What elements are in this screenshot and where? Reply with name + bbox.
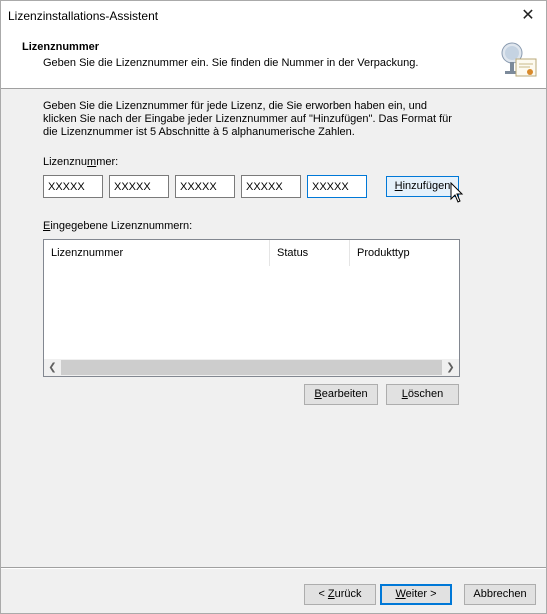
license-segment-5[interactable] xyxy=(307,175,367,198)
scroll-thumb[interactable] xyxy=(61,360,442,375)
back-button[interactable]: < Zurück xyxy=(304,584,376,605)
entered-licenses-label: Eingegebene Lizenznummern: xyxy=(43,220,192,232)
back-prefix: < xyxy=(318,588,328,600)
license-segment-1[interactable] xyxy=(43,175,103,198)
horizontal-scrollbar[interactable]: ❮ ❯ xyxy=(44,359,459,376)
scroll-right-icon[interactable]: ❯ xyxy=(442,359,459,376)
label-part: mer: xyxy=(96,156,119,168)
cancel-button[interactable]: Abbrechen xyxy=(464,584,536,605)
edit-accel: B xyxy=(314,388,322,400)
mouse-cursor-icon xyxy=(450,182,464,203)
label-accel: m xyxy=(87,156,97,168)
license-segment-2[interactable] xyxy=(109,175,169,198)
scroll-left-icon[interactable]: ❮ xyxy=(44,359,61,376)
next-accel: W xyxy=(395,588,406,600)
page-title: Lizenznummer xyxy=(22,41,100,53)
label-part: Lizenznu xyxy=(43,156,88,168)
back-label: urück xyxy=(334,588,362,600)
column-header-status[interactable]: Status xyxy=(270,240,350,266)
delete-button[interactable]: Löschen xyxy=(386,384,459,405)
list-header: Lizenznummer Status Produkttyp xyxy=(44,240,459,266)
next-label: eiter > xyxy=(405,588,437,600)
license-number-label: Lizenznummer: xyxy=(43,156,118,168)
edit-button[interactable]: Bearbeiten xyxy=(304,384,378,405)
delete-label: öschen xyxy=(407,388,444,400)
column-header-license[interactable]: Lizenznummer xyxy=(44,240,270,266)
certificate-icon xyxy=(501,42,537,77)
close-icon[interactable]: ✕ xyxy=(518,6,538,26)
add-button[interactable]: Hinzufügen xyxy=(386,176,459,197)
add-label: inzufügen xyxy=(402,180,451,192)
footer-divider-highlight xyxy=(1,568,546,569)
title-bar: Lizenzinstallations-Assistent ✕ xyxy=(1,1,546,32)
next-button[interactable]: Weiter > xyxy=(380,584,452,605)
back-accel: Z xyxy=(327,588,335,600)
intro-text: Geben Sie die Lizenznummer für jede Lize… xyxy=(43,100,452,138)
window-title: Lizenzinstallations-Assistent xyxy=(8,9,159,23)
add-accel: H xyxy=(394,180,403,192)
license-wizard-window: Lizenzinstallations-Assistent ✕ Lizenznu… xyxy=(0,0,547,614)
column-header-product-type[interactable]: Produkttyp xyxy=(350,240,459,266)
label-part: ingegebene Lizenznummern: xyxy=(50,220,193,232)
license-list[interactable]: Lizenznummer Status Produkttyp ❮ ❯ xyxy=(43,239,460,377)
wizard-header: Lizenznummer Geben Sie die Lizenznummer … xyxy=(1,32,546,89)
license-segment-3[interactable] xyxy=(175,175,235,198)
page-subtitle: Geben Sie die Lizenznummer ein. Sie find… xyxy=(43,57,419,69)
license-segment-4[interactable] xyxy=(241,175,301,198)
edit-label: earbeiten xyxy=(321,388,368,400)
